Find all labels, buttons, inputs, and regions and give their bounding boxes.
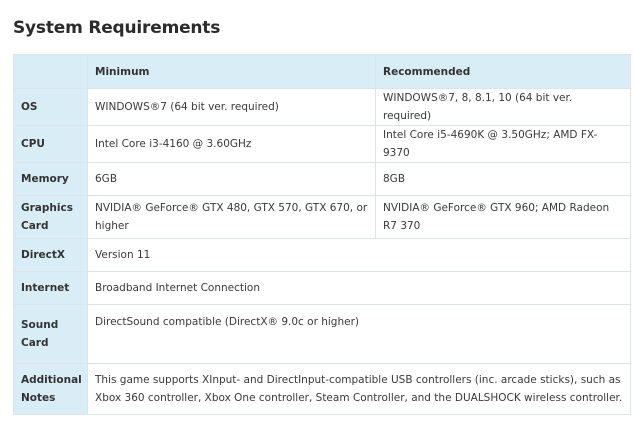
- value-cell: This game supports XInput- and DirectInp…: [87, 363, 631, 415]
- table-row-memory: Memory 6GB 8GB: [13, 162, 631, 196]
- table-row-cpu: CPU Intel Core i3-4160 @ 3.60GHz Intel C…: [13, 125, 631, 163]
- table-row-internet: Internet Broadband Internet Connection: [13, 271, 631, 305]
- recommended-cell: WINDOWS®7, 8, 8.1, 10 (64 bit ver. requi…: [375, 88, 631, 126]
- recommended-cell: 8GB: [375, 162, 631, 196]
- row-label: OS: [13, 88, 88, 126]
- page-title: System Requirements: [13, 18, 221, 38]
- value-cell: Broadband Internet Connection: [87, 271, 631, 305]
- recommended-cell: Intel Core i5-4690K @ 3.50GHz; AMD FX-93…: [375, 125, 631, 163]
- header-empty-cell: [13, 54, 88, 89]
- row-label: Graphics Card: [13, 195, 88, 239]
- recommended-cell: NVIDIA® GeForce® GTX 960; AMD Radeon R7 …: [375, 195, 631, 239]
- value-cell: Version 11: [87, 238, 631, 272]
- table-row-additional-notes: Additional Notes This game supports XInp…: [13, 363, 631, 415]
- minimum-cell: NVIDIA® GeForce® GTX 480, GTX 570, GTX 6…: [87, 195, 376, 239]
- minimum-cell: 6GB: [87, 162, 376, 196]
- table-row-os: OS WINDOWS®7 (64 bit ver. required) WIND…: [13, 88, 631, 126]
- table-row-directx: DirectX Version 11: [13, 238, 631, 272]
- row-label: Additional Notes: [13, 363, 88, 415]
- row-label: CPU: [13, 125, 88, 163]
- row-label: Internet: [13, 271, 88, 305]
- system-requirements-table: Minimum Recommended OS WINDOWS®7 (64 bit…: [13, 54, 631, 415]
- table-header-row: Minimum Recommended: [13, 54, 631, 89]
- row-label: DirectX: [13, 238, 88, 272]
- minimum-cell: WINDOWS®7 (64 bit ver. required): [87, 88, 376, 126]
- header-minimum: Minimum: [87, 54, 376, 89]
- row-label: Sound Card: [13, 304, 88, 364]
- value-cell: DirectSound compatible (DirectX® 9.0c or…: [87, 304, 631, 364]
- table-row-sound-card: Sound Card DirectSound compatible (Direc…: [13, 304, 631, 364]
- minimum-cell: Intel Core i3-4160 @ 3.60GHz: [87, 125, 376, 163]
- row-label: Memory: [13, 162, 88, 196]
- table-row-graphics-card: Graphics Card NVIDIA® GeForce® GTX 480, …: [13, 195, 631, 239]
- header-recommended: Recommended: [375, 54, 631, 89]
